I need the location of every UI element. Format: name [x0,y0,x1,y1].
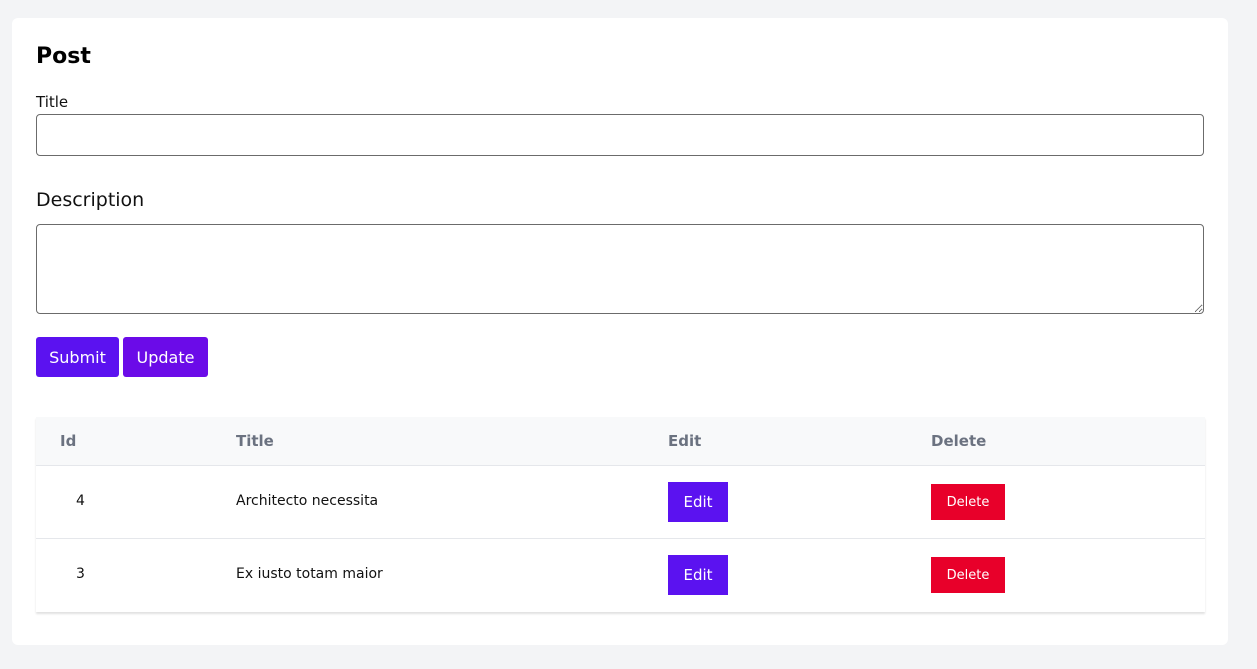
row-id: 4 [76,493,85,509]
edit-button[interactable]: Edit [668,555,728,595]
submit-button[interactable]: Submit [36,337,119,377]
title-input[interactable] [36,114,1204,156]
description-textarea[interactable] [36,224,1204,314]
post-card: Post Title Description Submit Update Id … [12,18,1228,645]
row-id: 3 [76,566,85,582]
edit-button[interactable]: Edit [668,482,728,522]
posts-table: Id Title Edit Delete 4 Architecto necess… [36,417,1205,612]
delete-button[interactable]: Delete [931,557,1005,593]
page-title: Post [36,44,91,69]
table-row: 3 Ex iusto totam maior Edit Delete [36,539,1205,612]
column-header-title: Title [236,432,274,450]
column-header-id: Id [60,432,77,450]
title-label: Title [36,93,69,111]
description-label: Description [36,189,145,211]
table-row: 4 Architecto necessita Edit Delete [36,466,1205,539]
row-title: Ex iusto totam maior [236,566,383,582]
row-title: Architecto necessita [236,493,379,509]
table-header: Id Title Edit Delete [36,417,1205,466]
column-header-edit: Edit [668,432,702,450]
update-button[interactable]: Update [123,337,208,377]
column-header-delete: Delete [931,432,987,450]
delete-button[interactable]: Delete [931,484,1005,520]
